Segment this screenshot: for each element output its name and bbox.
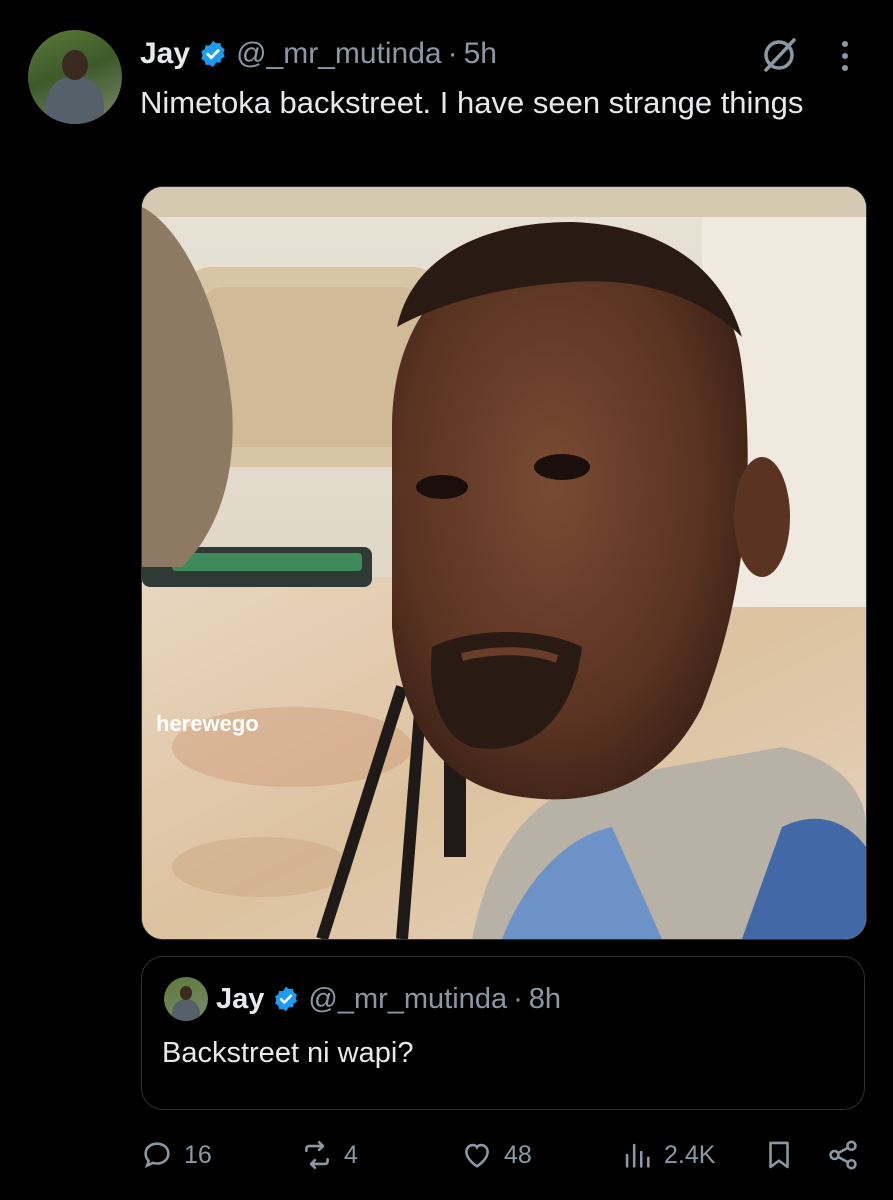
views-button[interactable]: 2.4K bbox=[620, 1130, 715, 1180]
separator-dot: · bbox=[447, 37, 458, 70]
author-handle[interactable]: @_mr_mutinda bbox=[236, 37, 442, 71]
media-watermark: herewego bbox=[156, 711, 259, 736]
quoted-tweet-text: Backstreet ni wapi? bbox=[162, 1037, 414, 1069]
quoted-author-name[interactable]: Jay bbox=[216, 983, 264, 1016]
more-icon[interactable] bbox=[835, 36, 855, 76]
like-button[interactable]: 48 bbox=[460, 1130, 532, 1180]
separator-dot: · bbox=[513, 982, 523, 1015]
repost-icon bbox=[305, 1140, 329, 1170]
meme-photo: herewego bbox=[142, 187, 866, 939]
reply-count: 16 bbox=[184, 1140, 212, 1169]
quoted-author-avatar[interactable] bbox=[164, 977, 208, 1021]
share-icon bbox=[829, 1140, 857, 1170]
like-icon bbox=[465, 1143, 489, 1168]
bookmark-icon bbox=[769, 1141, 789, 1169]
tweet-header: Jay @_mr_mutinda · 5h bbox=[140, 34, 497, 74]
quoted-tweet-timestamp[interactable]: 8h bbox=[529, 983, 561, 1016]
repost-count: 4 bbox=[344, 1140, 358, 1169]
share-button[interactable] bbox=[826, 1130, 860, 1180]
action-bar: 16 4 48 2.4K bbox=[0, 1130, 893, 1180]
author-avatar[interactable] bbox=[28, 30, 122, 124]
reply-button[interactable]: 16 bbox=[140, 1130, 212, 1180]
author-name[interactable]: Jay bbox=[140, 37, 190, 71]
quoted-tweet[interactable]: Jay @_mr_mutinda · 8h Backstreet ni wapi… bbox=[141, 956, 865, 1110]
quoted-tweet-header: Jay @_mr_mutinda · 8h bbox=[216, 979, 561, 1019]
bookmark-button[interactable] bbox=[762, 1130, 796, 1180]
quoted-author-handle[interactable]: @_mr_mutinda bbox=[308, 983, 507, 1016]
tweet-timestamp[interactable]: 5h bbox=[464, 37, 497, 71]
verified-badge-icon bbox=[201, 40, 225, 68]
tweet-image[interactable]: herewego bbox=[141, 186, 867, 940]
tweet-text: Nimetoka backstreet. I have seen strange… bbox=[140, 85, 804, 120]
reply-icon bbox=[144, 1142, 170, 1169]
like-count: 48 bbox=[504, 1140, 532, 1169]
views-count: 2.4K bbox=[664, 1140, 716, 1169]
grok-icon[interactable] bbox=[758, 34, 800, 76]
views-icon bbox=[625, 1143, 650, 1168]
repost-button[interactable]: 4 bbox=[300, 1130, 358, 1180]
verified-badge-icon bbox=[275, 986, 298, 1012]
